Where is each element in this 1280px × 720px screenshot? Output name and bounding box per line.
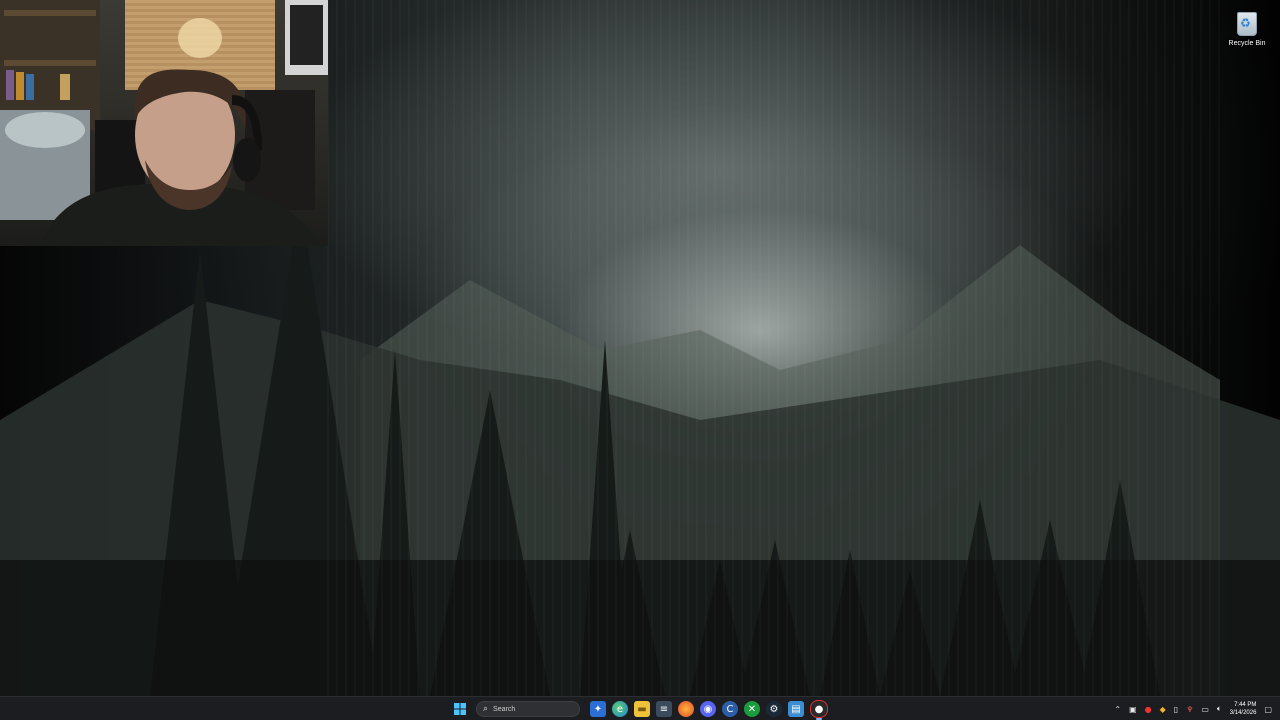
taskbar-search[interactable]: ⌕ Search — [476, 701, 580, 717]
clock[interactable]: 7:44 PM 3/14/2026 — [1230, 701, 1257, 717]
taskbar: ⌕ Search ✦ e ▬ ≡ ◉ C ✕ ⚙ ▤ ● ⌃ ▣ ● ◆ ▯ ♆… — [0, 696, 1280, 720]
tray-app-icon[interactable]: ▣ — [1129, 705, 1137, 714]
recycle-bin-label: Recycle Bin — [1228, 40, 1266, 47]
recycle-bin-shortcut[interactable]: Recycle Bin — [1226, 12, 1268, 47]
search-icon: ⌕ — [483, 704, 489, 714]
clock-date: 3/14/2026 — [1229, 710, 1257, 716]
tray-app-icon-2[interactable]: ◆ — [1160, 705, 1166, 714]
system-tray: ⌃ ▣ ● ◆ ▯ ♆ ▭ 🔈︎ 7:44 PM 3/14/2026 ▢ — [1114, 699, 1272, 719]
ccleaner-icon[interactable]: C — [722, 701, 738, 717]
recording-icon[interactable]: ● — [1145, 705, 1152, 714]
steam-icon[interactable]: ⚙ — [766, 701, 782, 717]
chevron-up-icon[interactable]: ⌃ — [1114, 705, 1121, 714]
file-explorer-icon[interactable]: ▬ — [634, 701, 650, 717]
network-icon[interactable]: ▭ — [1201, 705, 1209, 714]
notification-icon[interactable]: ▢ — [1264, 705, 1272, 714]
webcam-overlay — [0, 0, 328, 246]
discord-icon[interactable]: ◉ — [700, 701, 716, 717]
notes-icon[interactable]: ▤ — [788, 701, 804, 717]
xbox-icon[interactable]: ✕ — [744, 701, 760, 717]
notepad-icon[interactable]: ≡ — [656, 701, 672, 717]
obs-icon[interactable]: ● — [810, 700, 828, 720]
firefox-icon[interactable] — [678, 701, 694, 717]
webcam-feed — [0, 0, 328, 246]
usb-icon[interactable]: ▯ — [1174, 705, 1178, 714]
desktop-wallpaper: Recycle Bin — [0, 0, 1280, 696]
recycle-bin-icon — [1237, 12, 1257, 36]
clock-time: 7:44 PM — [1234, 702, 1257, 708]
edge-icon[interactable]: e — [612, 701, 628, 717]
microphone-icon[interactable]: ♆ — [1186, 705, 1193, 714]
search-placeholder: Search — [493, 705, 516, 713]
copilot-icon[interactable]: ✦ — [590, 701, 606, 717]
windows-start-icon[interactable] — [452, 701, 468, 717]
volume-icon[interactable]: 🔈︎ — [1217, 704, 1222, 714]
taskbar-center: ⌕ Search ✦ e ▬ ≡ ◉ C ✕ ⚙ ▤ ● — [452, 699, 828, 720]
